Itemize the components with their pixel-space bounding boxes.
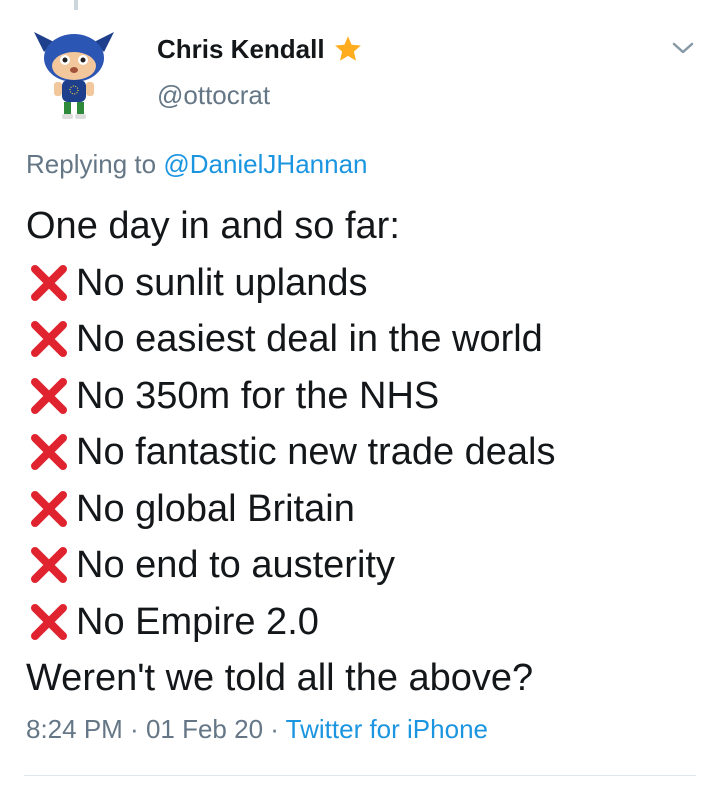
tweet-list-item-text: No Empire 2.0: [76, 600, 319, 643]
tweet-list-item: No global Britain: [26, 481, 556, 538]
meta-separator: ·: [122, 714, 146, 744]
author-display-name[interactable]: Chris Kendall: [157, 34, 325, 65]
red-cross-mark-icon: [31, 264, 67, 301]
red-cross-mark-icon: [31, 490, 67, 527]
tweet-list-item: No sunlit uplands: [26, 255, 556, 312]
tweet-list-item-text: No end to austerity: [76, 544, 395, 586]
red-cross-mark-icon: [31, 547, 67, 584]
tweet-date: 01 Feb 20: [145, 714, 264, 744]
tweet-list-item: No easiest deal in the world: [26, 311, 556, 368]
author-handle[interactable]: @ottocrat: [157, 80, 270, 111]
tweet-intro-line: One day in and so far:: [26, 205, 400, 247]
tweet-list-item: No 350m for the NHS: [26, 368, 556, 425]
red-cross-mark-icon: [31, 603, 67, 640]
meta-separator: ·: [263, 714, 286, 744]
tweet-time: 8:24 PM: [26, 714, 123, 744]
tweet-list-item: No Empire 2.0: [26, 594, 556, 651]
replying-to-mention-link[interactable]: @DanielJHannan: [163, 149, 367, 179]
tweet-metadata: 8:24 PM · 01 Feb 20 · Twitter for iPhone: [26, 714, 488, 745]
avatar[interactable]: [30, 22, 118, 126]
tweet-closing-line: Weren't we told all the above?: [26, 657, 534, 699]
tweet-item-list: No sunlit uplands No easiest deal in the …: [26, 255, 556, 651]
tweet-list-item-text: No fantastic new trade deals: [76, 431, 556, 473]
thread-connector-line: [74, 0, 78, 10]
tweet-list-item-text: No global Britain: [76, 487, 355, 530]
red-cross-mark-icon: [31, 321, 67, 358]
replying-to-line: Replying to @DanielJHannan: [26, 149, 368, 180]
bottom-divider: [24, 775, 696, 776]
red-cross-mark-icon: [31, 434, 67, 471]
tweet-text: One day in and so far: No sunlit uplands…: [26, 198, 556, 707]
tweet-list-item-text: No easiest deal in the world: [76, 318, 543, 360]
tweet-list-item: No end to austerity: [26, 537, 556, 594]
tweet-list-item-text: No sunlit uplands: [76, 261, 368, 304]
tweet-source-link[interactable]: Twitter for iPhone: [286, 714, 488, 744]
star-icon: [334, 36, 361, 61]
red-cross-mark-icon: [31, 377, 67, 414]
tweet-list-item-text: No 350m for the NHS: [76, 374, 440, 417]
author-name-row[interactable]: Chris Kendall: [157, 32, 363, 66]
chevron-down-icon[interactable]: [668, 38, 698, 58]
replying-to-label: Replying to: [26, 149, 164, 179]
tweet-list-item: No fantastic new trade deals: [26, 424, 556, 481]
